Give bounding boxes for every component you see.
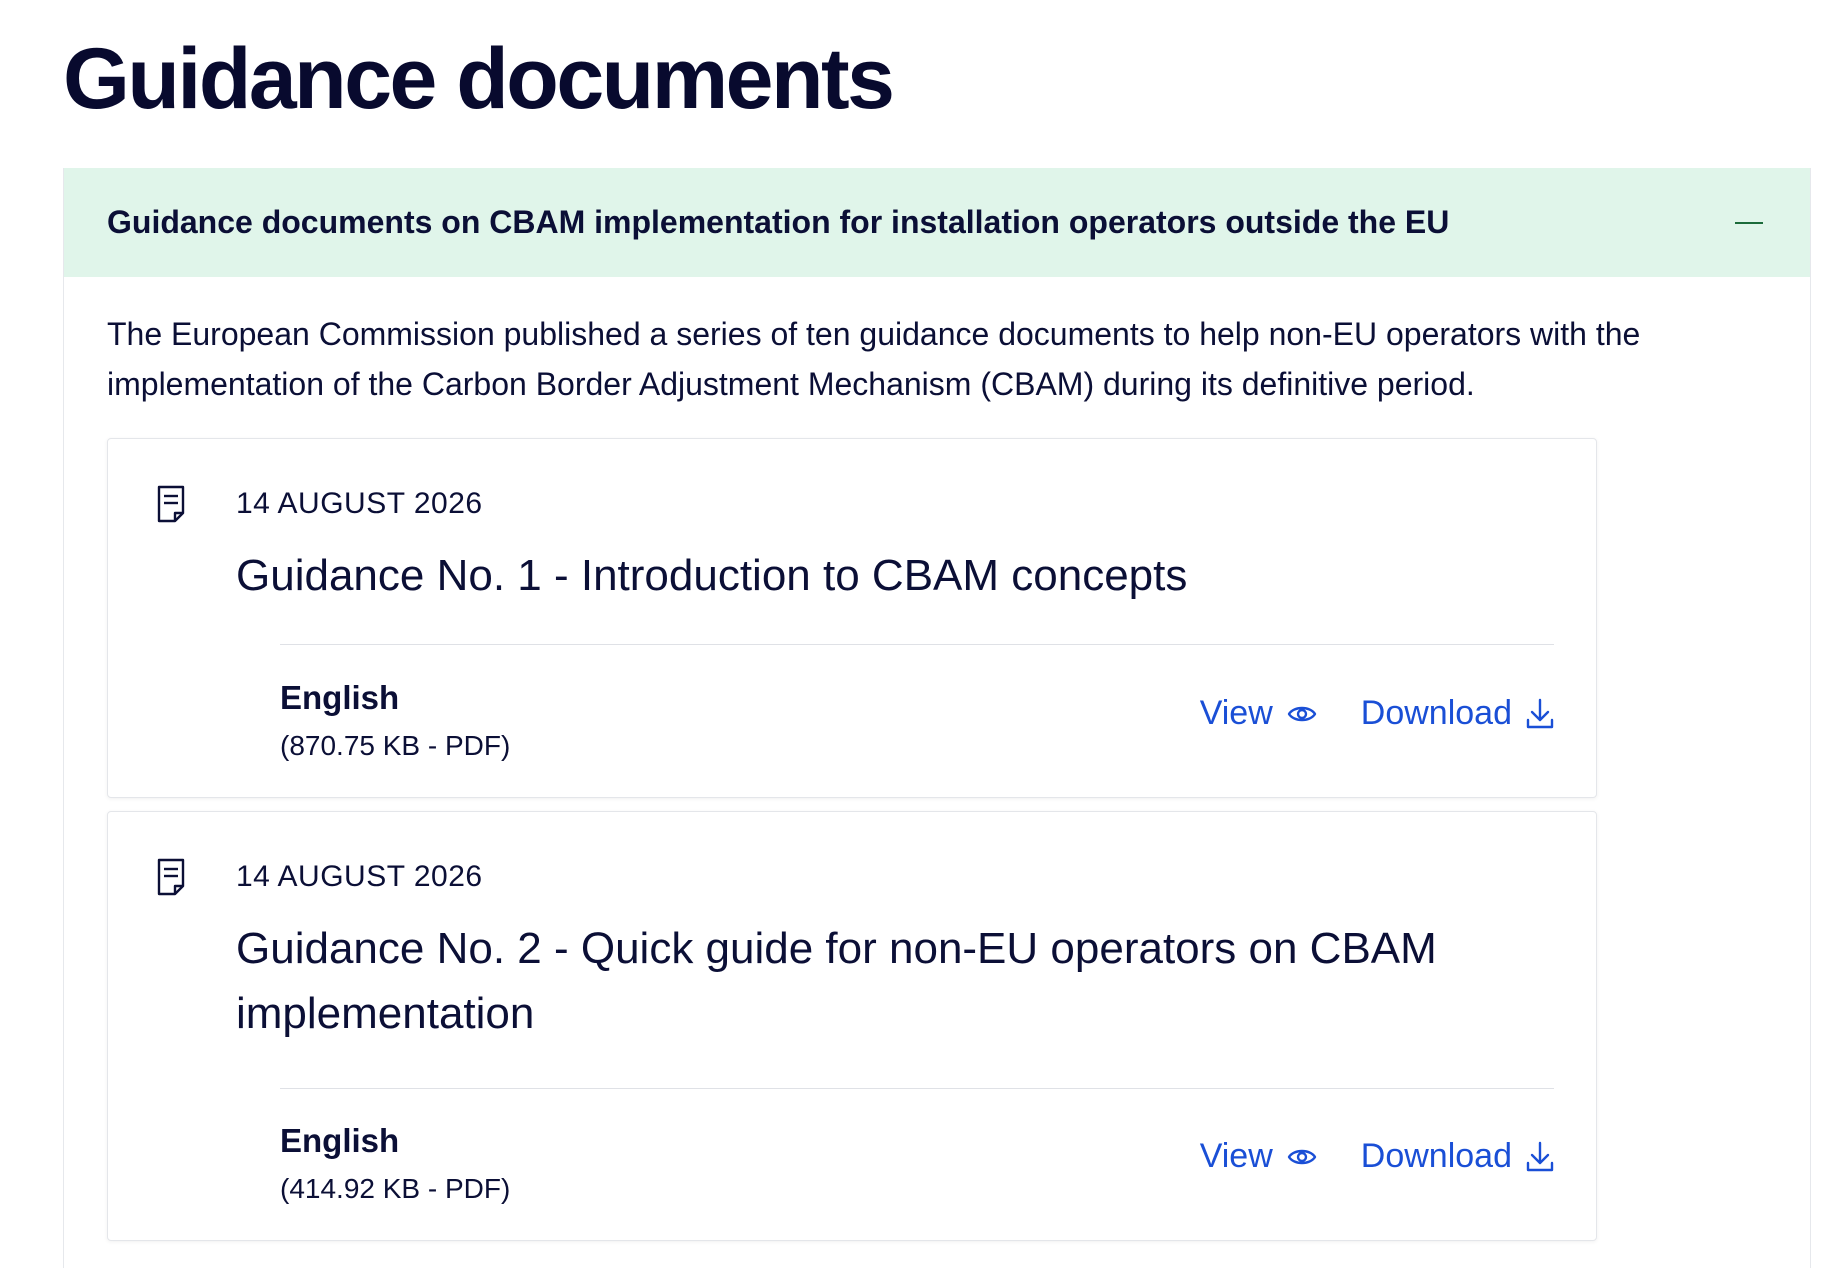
document-file-meta: (870.75 KB - PDF) (280, 730, 511, 761)
document-card: 14 AUGUST 2026 Guidance No. 2 - Quick gu… (107, 811, 1597, 1241)
document-title: Guidance No. 1 - Introduction to CBAM co… (236, 551, 1188, 600)
minus-icon[interactable] (1734, 208, 1764, 238)
intro-text: The European Commission published a seri… (107, 316, 1641, 402)
document-language: English (280, 679, 400, 716)
document-card: 14 AUGUST 2026 Guidance No. 1 - Introduc… (107, 438, 1597, 798)
document-actions: View Download (1200, 1137, 1554, 1176)
view-label: View (1199, 694, 1273, 732)
document-date: 14 AUGUST 2026 (236, 487, 483, 520)
page-title: Guidance documents (63, 31, 895, 127)
document-date: 14 AUGUST 2026 (236, 860, 483, 893)
document-title: Guidance No. 2 - Quick guide for non-EU … (236, 924, 1437, 1038)
divider (280, 1088, 1554, 1089)
accordion-title: Guidance documents on CBAM implementatio… (107, 204, 1450, 240)
view-label: View (1199, 1137, 1273, 1175)
download-link[interactable]: Download (1361, 1137, 1554, 1176)
download-label: Download (1360, 694, 1512, 732)
document-language: English (280, 1122, 400, 1159)
document-icon (157, 485, 185, 523)
download-link[interactable]: Download (1361, 694, 1554, 733)
document-actions: View Download (1200, 694, 1554, 733)
document-file-meta: (414.92 KB - PDF) (280, 1173, 511, 1204)
download-icon (1526, 698, 1554, 728)
document-icon (157, 858, 185, 896)
accordion-body: The European Commission published a seri… (64, 309, 1810, 409)
view-link[interactable]: View (1200, 694, 1317, 733)
download-label: Download (1360, 1137, 1512, 1175)
divider (280, 644, 1554, 645)
download-icon (1526, 1141, 1554, 1171)
eye-icon (1287, 706, 1316, 721)
eye-icon (1287, 1149, 1316, 1164)
accordion-header[interactable]: Guidance documents on CBAM implementatio… (64, 168, 1810, 277)
accordion-section: Guidance documents on CBAM implementatio… (63, 168, 1811, 1268)
view-link[interactable]: View (1200, 1137, 1317, 1176)
